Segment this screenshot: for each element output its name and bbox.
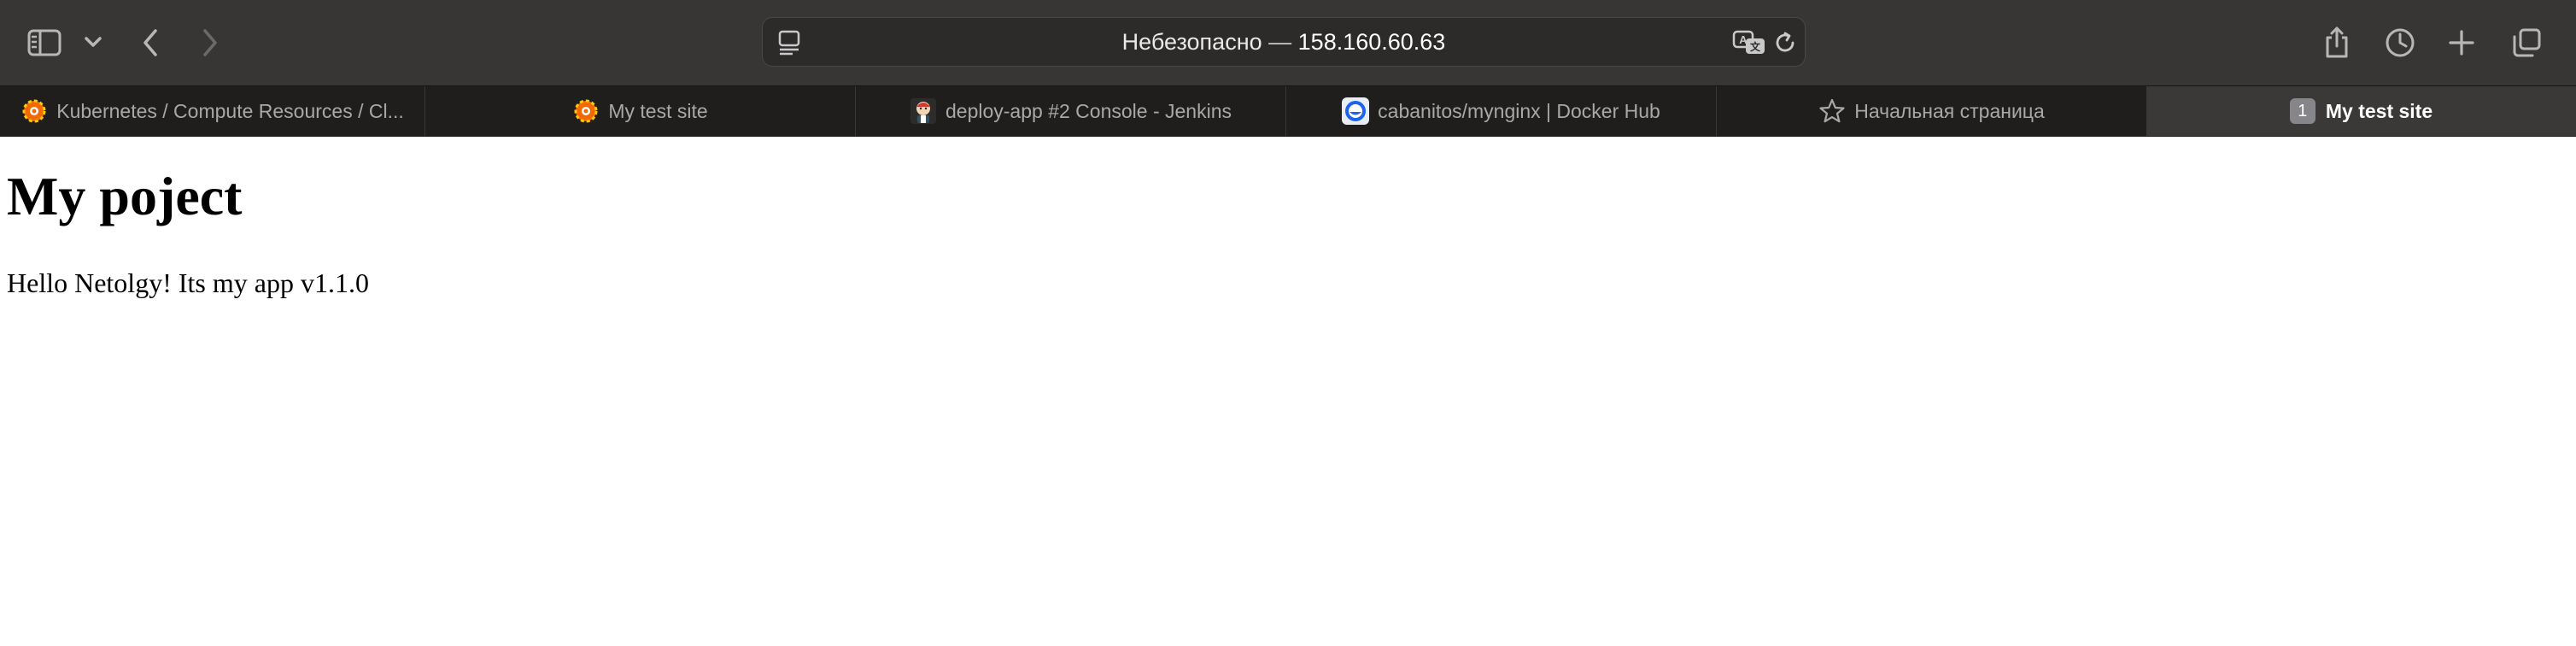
tab-bar: Kubernetes / Compute Resources / Cl... M… xyxy=(0,85,2576,137)
page-text: Hello Netolgy! Its my app v1.1.0 xyxy=(7,267,369,298)
jenkins-icon xyxy=(910,97,937,125)
tab-kubernetes[interactable]: Kubernetes / Compute Resources / Cl... xyxy=(0,86,424,136)
tab-docker-hub[interactable]: cabanitos/mynginx | Docker Hub xyxy=(1285,86,1716,136)
tab-count-badge: 1 xyxy=(2289,98,2315,124)
chevron-left-icon[interactable] xyxy=(137,24,164,62)
tab-label: Kubernetes / Compute Resources / Cl... xyxy=(56,99,404,122)
chevron-right-icon[interactable] xyxy=(196,24,224,62)
page-heading: My poject xyxy=(7,166,243,226)
tab-start-page[interactable]: Начальная страница xyxy=(1716,86,2146,136)
svg-text:文: 文 xyxy=(1750,40,1761,53)
share-icon[interactable] xyxy=(2320,22,2354,63)
address-text: Небезопасно — 158.160.60.63 xyxy=(763,18,1805,66)
plus-icon[interactable] xyxy=(2444,26,2479,60)
address-host: 158.160.60.63 xyxy=(1297,28,1446,55)
tab-jenkins[interactable]: deploy-app #2 Console - Jenkins xyxy=(855,86,1285,136)
sidebar-icon[interactable] xyxy=(24,24,65,62)
browser-toolbar: Небезопасно — 158.160.60.63 A 文 xyxy=(0,0,2576,85)
security-label: Небезопасно xyxy=(1121,28,1262,55)
translate-icon[interactable]: A 文 xyxy=(1731,28,1767,57)
tab-my-test-site-grafana[interactable]: My test site xyxy=(424,86,855,136)
page-content: My poject Hello Netolgy! Its my app v1.1… xyxy=(0,137,2576,646)
address-bar[interactable]: Небезопасно — 158.160.60.63 A 文 xyxy=(762,17,1806,67)
tab-label: cabanitos/mynginx | Docker Hub xyxy=(1378,99,1660,122)
address-separator: — xyxy=(1268,28,1292,55)
reload-icon[interactable] xyxy=(1771,28,1800,57)
tab-label: My test site xyxy=(608,99,708,122)
tab-my-test-site-active[interactable]: 1 My test site xyxy=(2146,86,2576,136)
tab-overview-icon[interactable] xyxy=(2508,24,2545,62)
tab-label: deploy-app #2 Console - Jenkins xyxy=(946,99,1232,122)
clock-icon[interactable] xyxy=(2381,24,2419,62)
docker-icon xyxy=(1342,97,1370,125)
chevron-down-icon[interactable] xyxy=(82,31,104,53)
tab-label: My test site xyxy=(2325,99,2433,122)
grafana-icon xyxy=(572,97,600,125)
grafana-icon xyxy=(20,97,48,125)
tab-label: Начальная страница xyxy=(1854,99,2045,122)
star-icon xyxy=(1818,97,1846,125)
